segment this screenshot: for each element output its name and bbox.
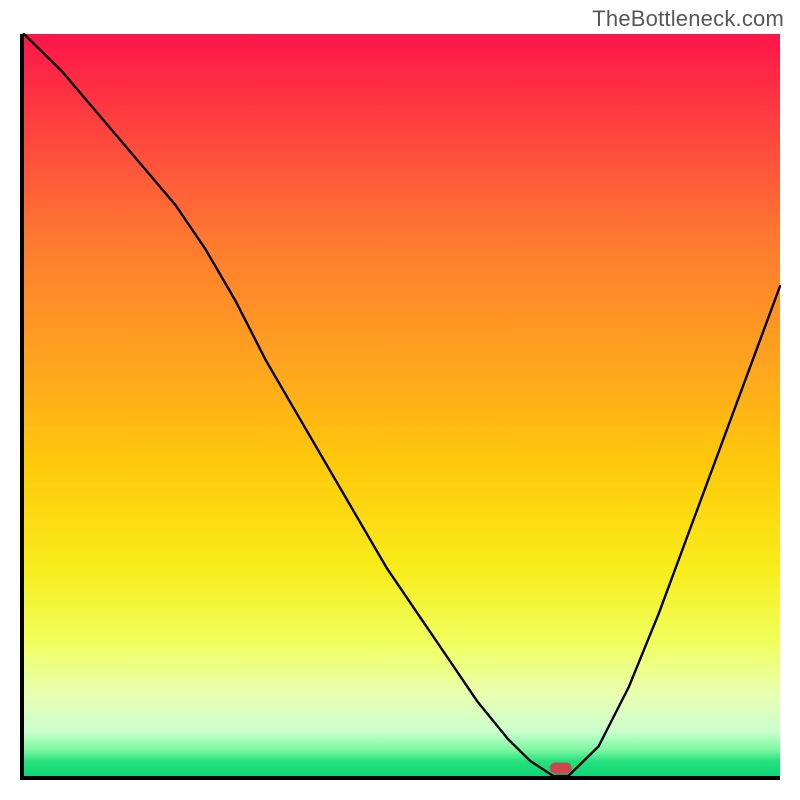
chart-plot-area: [20, 34, 780, 780]
series-curve: [24, 34, 780, 776]
chart-svg: [24, 34, 780, 776]
watermark-text: TheBottleneck.com: [592, 6, 784, 32]
optimal-marker: [550, 763, 572, 774]
